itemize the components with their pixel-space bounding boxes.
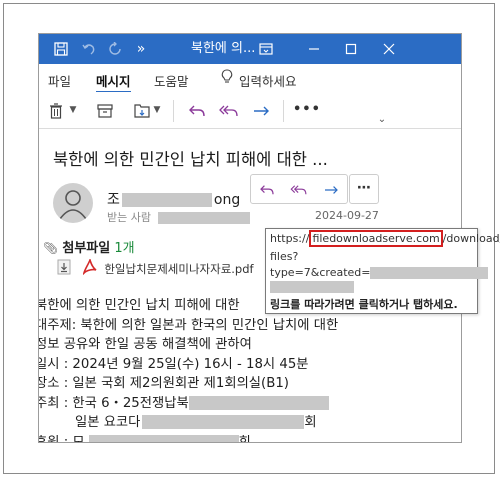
download-icon[interactable]: [57, 259, 71, 278]
sender-prefix: 조: [107, 192, 120, 208]
body-line-text: 후원 : 모: [38, 434, 85, 443]
menu-message[interactable]: 메시지: [96, 71, 131, 93]
redaction: [158, 212, 251, 224]
menu-bar: 파일 메시지 도움말 입력하세요: [39, 64, 461, 93]
link-tooltip: https://filedownloadserve.com/download/ …: [265, 228, 500, 314]
reply-all-icon[interactable]: [283, 175, 315, 203]
move-icon[interactable]: [131, 98, 153, 122]
attachments-header: 📎︎ 첨부파일 1개: [43, 237, 135, 256]
redo-icon[interactable]: [103, 34, 127, 64]
redaction: [370, 267, 489, 279]
avatar: [53, 183, 93, 223]
body-line-organizer-2: 일본 요코다 회: [39, 413, 338, 433]
more-options-icon[interactable]: •••: [293, 98, 320, 122]
more-commands-chevrons[interactable]: »: [133, 34, 149, 64]
move-dropdown-chevron-down-icon[interactable]: ▼: [152, 98, 162, 122]
body-line: 장소 : 일본 국회 제2의원회관 제1회의실(B1): [38, 376, 289, 391]
body-line: 정보 공유와 한일 공동 해결책에 관하여: [38, 337, 252, 352]
tooltip-hint: 링크를 따라가려면 클릭하거나 탭하세요.: [270, 298, 458, 311]
message-body: 북한에 의한 민간인 납치 피해에 대한 대주제: 북한에 의한 일본과 한국의…: [38, 296, 339, 443]
redaction: [188, 395, 329, 410]
ribbon-toolbar: ▼ ▼ ••• ⌄: [39, 92, 461, 129]
to-label: 받는 사람: [107, 211, 151, 224]
message-date: 2024-09-27: [315, 209, 379, 222]
lightbulb-icon: [221, 69, 233, 87]
url-path-2: files?: [270, 250, 299, 263]
tooltip-query-line: type=7&created=: [270, 266, 489, 279]
menu-file[interactable]: 파일: [48, 71, 71, 89]
pdf-icon: [82, 257, 97, 278]
expand-ribbon-chevron-down-icon[interactable]: ⌄: [375, 108, 389, 132]
archive-icon[interactable]: [93, 98, 117, 122]
body-line-text: 회: [304, 415, 317, 430]
attachments-label: 첨부파일: [62, 241, 111, 256]
toolbar-divider: [283, 100, 284, 122]
sender-name: 조 ong: [107, 189, 240, 209]
body-line-organizer: 주최 : 한국 6・25전쟁납북: [38, 394, 338, 414]
menu-help[interactable]: 도움말: [154, 71, 189, 89]
redaction: [142, 415, 305, 429]
delete-dropdown-chevron-down-icon[interactable]: ▼: [67, 98, 79, 122]
tell-me-search[interactable]: 입력하세요: [239, 71, 297, 89]
message-subject: 북한에 의한 민간인 납치 피해에 대한 ...: [53, 150, 328, 169]
body-line: 대주제: 북한에 의한 일본과 한국의 민간인 납치에 대한: [38, 317, 339, 333]
ribbon-display-icon[interactable]: [252, 34, 280, 64]
reply-icon[interactable]: [185, 98, 209, 122]
redaction: [88, 434, 239, 442]
save-icon[interactable]: [49, 34, 73, 64]
tooltip-redacted-line: [270, 280, 354, 293]
attachments-count: 1개: [114, 241, 135, 256]
maximize-icon[interactable]: [336, 34, 366, 64]
body-line-text: 회: [238, 434, 251, 443]
title-bar: » 북한에 의...: [39, 34, 461, 64]
url-scheme: https://: [270, 232, 310, 245]
forward-icon[interactable]: [249, 98, 273, 122]
body-line: 일시 : 2024년 9월 25일(수) 16시 - 18시 45분: [38, 356, 309, 372]
close-icon[interactable]: [374, 34, 404, 64]
sender-suffix: ong: [213, 192, 241, 208]
toolbar-divider: [173, 100, 174, 122]
url-domain-highlight: filedownloadserve.com: [309, 230, 443, 247]
redaction: [270, 281, 354, 293]
delete-icon[interactable]: [45, 98, 67, 122]
reply-icon[interactable]: [251, 175, 283, 203]
attachment-item[interactable]: 한일납치문제세미나자자료.pdf: [57, 257, 254, 281]
attachment-filename[interactable]: 한일납치문제세미나자자료.pdf: [104, 262, 253, 276]
more-actions-icon[interactable]: ⋯: [349, 174, 379, 204]
redaction: [121, 193, 212, 207]
recipient-row: 받는 사람: [107, 209, 251, 225]
minimize-icon[interactable]: [299, 34, 329, 64]
forward-icon[interactable]: [315, 175, 347, 203]
body-line-text: 주최 : 한국 6・25전쟁납북: [38, 395, 189, 411]
tooltip-url-line: https://filedownloadserve.com/download/: [270, 230, 500, 247]
undo-icon[interactable]: [77, 34, 101, 64]
url-path: /download/: [442, 232, 500, 245]
reply-actions-group: [250, 174, 348, 204]
reply-all-icon[interactable]: [217, 98, 241, 122]
body-line-text: 일본 요코다: [75, 415, 141, 430]
paperclip-icon: 📎︎: [43, 241, 59, 255]
window-title: 북한에 의...: [191, 41, 256, 56]
url-query: type=7&created=: [270, 266, 371, 279]
body-line-sponsor: 후원 : 모 회: [38, 433, 338, 443]
